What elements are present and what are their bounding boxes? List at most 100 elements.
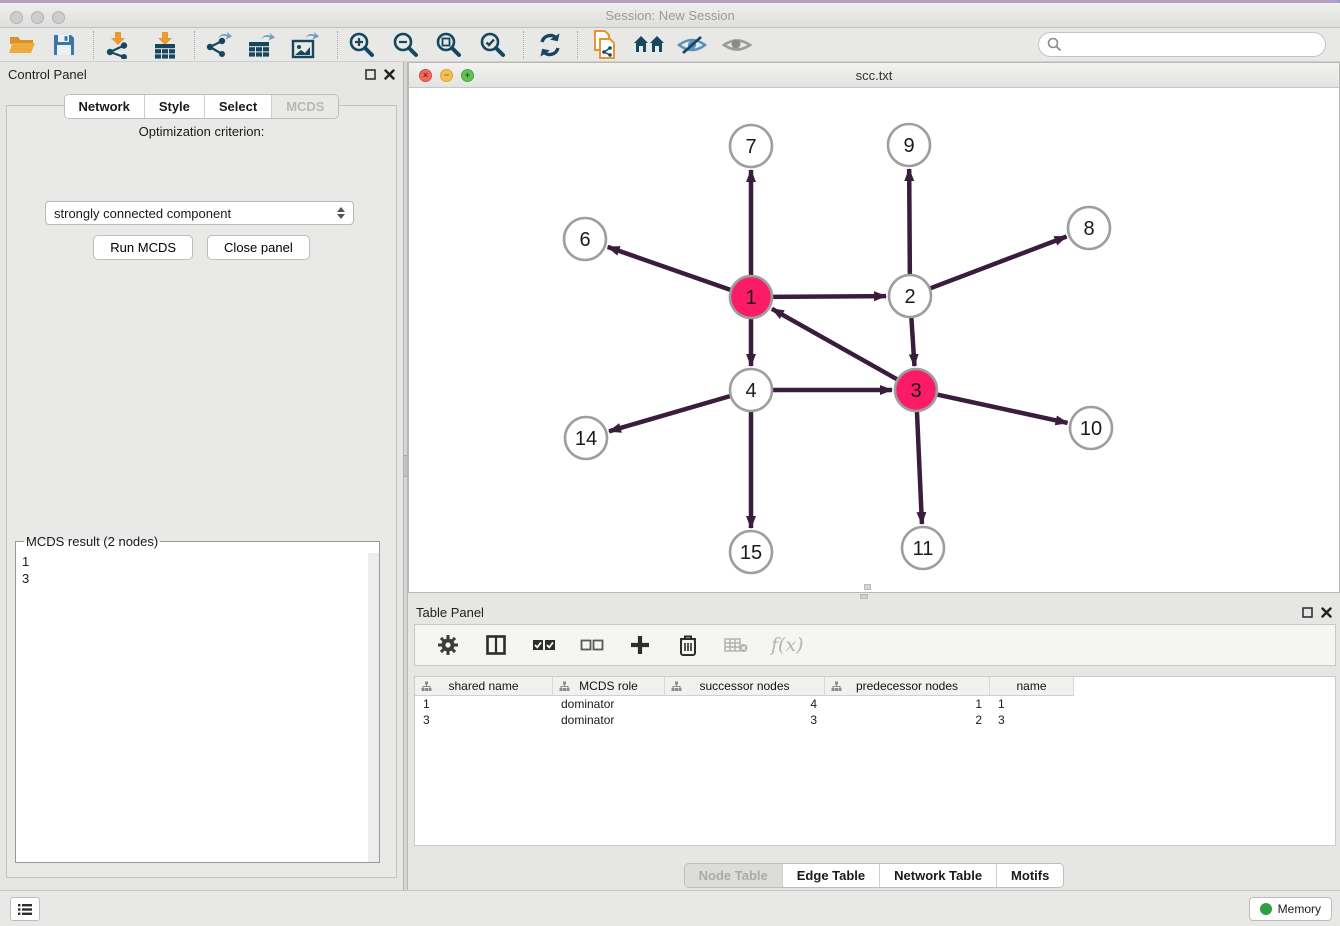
export-table-button[interactable] xyxy=(244,30,278,60)
edge-2-9[interactable] xyxy=(909,169,910,275)
edge-1-2[interactable] xyxy=(772,296,886,297)
svg-text:14: 14 xyxy=(575,428,597,450)
float-panel-icon[interactable] xyxy=(1302,607,1313,618)
mcds-result-item[interactable]: 1 xyxy=(22,553,373,570)
minimize-window-button[interactable] xyxy=(31,11,44,24)
zoom-window-button[interactable] xyxy=(52,11,65,24)
node-2[interactable]: 2 xyxy=(889,275,931,317)
float-panel-icon[interactable] xyxy=(365,69,376,80)
close-network-icon[interactable]: × xyxy=(419,69,432,82)
node-11[interactable]: 11 xyxy=(902,527,944,569)
memory-button[interactable]: Memory xyxy=(1249,897,1332,921)
edge-3-10[interactable] xyxy=(937,394,1068,422)
table-panel: Table Panel xyxy=(408,600,1340,890)
network-window-controls[interactable]: × − + xyxy=(419,69,474,82)
run-mcds-button[interactable]: Run MCDS xyxy=(93,235,193,260)
svg-text:6: 6 xyxy=(579,229,590,251)
maximize-network-icon[interactable]: + xyxy=(461,69,474,82)
main-toolbar xyxy=(0,28,1340,62)
tab-motifs[interactable]: Motifs xyxy=(996,864,1063,887)
tab-select[interactable]: Select xyxy=(204,95,271,118)
table-row[interactable]: 3dominator323 xyxy=(415,712,1335,728)
node-15[interactable]: 15 xyxy=(730,531,772,573)
node-9[interactable]: 9 xyxy=(888,124,930,166)
task-history-button[interactable] xyxy=(10,897,40,921)
node-7[interactable]: 7 xyxy=(730,125,772,167)
delete-column-button[interactable] xyxy=(723,632,749,658)
node-10[interactable]: 10 xyxy=(1070,407,1112,449)
tab-style[interactable]: Style xyxy=(144,95,204,118)
show-all-button[interactable] xyxy=(720,30,754,60)
column-header-shared-name[interactable]: shared name xyxy=(415,677,553,696)
table-settings-button[interactable] xyxy=(435,632,461,658)
tab-mcds[interactable]: MCDS xyxy=(271,95,338,118)
function-builder-button[interactable]: f(x) xyxy=(771,632,804,658)
close-panel-icon[interactable] xyxy=(1321,607,1332,618)
tab-network-table[interactable]: Network Table xyxy=(879,864,996,887)
close-panel-icon[interactable] xyxy=(384,69,395,80)
network-canvas[interactable]: 1 2 3 4 6 7 8 9 10 11 14 15 xyxy=(409,88,1339,592)
search-field[interactable] xyxy=(1038,32,1326,57)
zoom-in-button[interactable] xyxy=(345,30,379,60)
node-14[interactable]: 14 xyxy=(565,417,607,459)
minimize-network-icon[interactable]: − xyxy=(440,69,453,82)
svg-text:2: 2 xyxy=(904,286,915,308)
search-input[interactable] xyxy=(1062,37,1325,52)
node-6[interactable]: 6 xyxy=(564,218,606,260)
window-controls[interactable] xyxy=(10,11,65,24)
tab-node-table[interactable]: Node Table xyxy=(685,864,782,887)
table-row[interactable]: 1dominator411 xyxy=(415,696,1335,712)
tab-edge-table[interactable]: Edge Table xyxy=(782,864,879,887)
splitter-grip[interactable] xyxy=(860,594,868,599)
home-networks-button[interactable] xyxy=(632,30,666,60)
add-column-button[interactable] xyxy=(627,632,653,658)
mcds-result-item[interactable]: 3 xyxy=(22,570,373,587)
network-window-title-bar[interactable]: × − + scc.txt xyxy=(409,63,1339,88)
select-all-button[interactable] xyxy=(531,632,557,658)
hierarchy-icon xyxy=(831,681,842,692)
copy-network-icon xyxy=(591,30,619,60)
zoom-out-button[interactable] xyxy=(389,30,423,60)
open-session-button[interactable] xyxy=(5,30,39,60)
edge-3-11[interactable] xyxy=(917,411,922,524)
node-4[interactable]: 4 xyxy=(730,369,772,411)
show-columns-button[interactable] xyxy=(483,632,509,658)
mcds-result-scrollbar[interactable] xyxy=(368,553,379,862)
zoom-selected-button[interactable] xyxy=(476,30,510,60)
splitter-grip[interactable] xyxy=(404,455,407,477)
node-8[interactable]: 8 xyxy=(1068,207,1110,249)
mcds-result-list[interactable]: 13 xyxy=(22,553,373,587)
horizontal-splitter[interactable] xyxy=(408,593,1340,600)
column-header-name[interactable]: name xyxy=(990,677,1074,696)
eye-icon xyxy=(722,33,752,57)
new-network-from-selection-button[interactable] xyxy=(588,30,622,60)
column-header-successor-nodes[interactable]: successor nodes xyxy=(665,677,825,696)
close-window-button[interactable] xyxy=(10,11,23,24)
edge-2-8[interactable] xyxy=(930,237,1067,289)
node-1[interactable]: 1 xyxy=(730,276,772,318)
tab-network[interactable]: Network xyxy=(65,95,144,118)
node-table-header: shared nameMCDS rolesuccessor nodesprede… xyxy=(415,677,1335,696)
import-table-button[interactable] xyxy=(148,30,182,60)
zoom-fit-button[interactable] xyxy=(432,30,466,60)
edge-3-1[interactable] xyxy=(772,309,898,380)
export-network-button[interactable] xyxy=(201,30,235,60)
optimization-criterion-select[interactable]: strongly connected component xyxy=(45,201,354,225)
refresh-layout-button[interactable] xyxy=(533,30,567,60)
edge-4-14[interactable] xyxy=(609,396,731,431)
edge-1-6[interactable] xyxy=(608,247,732,290)
column-header-predecessor-nodes[interactable]: predecessor nodes xyxy=(825,677,990,696)
save-session-button[interactable] xyxy=(47,30,81,60)
node-3[interactable]: 3 xyxy=(895,369,937,411)
hide-selected-button[interactable] xyxy=(675,30,709,60)
column-header-MCDS-role[interactable]: MCDS role xyxy=(553,677,665,696)
plus-icon xyxy=(630,635,650,655)
deselect-all-button[interactable] xyxy=(579,632,605,658)
import-network-button[interactable] xyxy=(101,30,135,60)
delete-row-button[interactable] xyxy=(675,632,701,658)
table-cell: dominator xyxy=(553,712,665,728)
canvas-resize-handle[interactable] xyxy=(864,584,871,590)
export-image-button[interactable] xyxy=(288,30,322,60)
close-panel-button[interactable]: Close panel xyxy=(207,235,310,260)
edge-2-3[interactable] xyxy=(911,317,914,366)
